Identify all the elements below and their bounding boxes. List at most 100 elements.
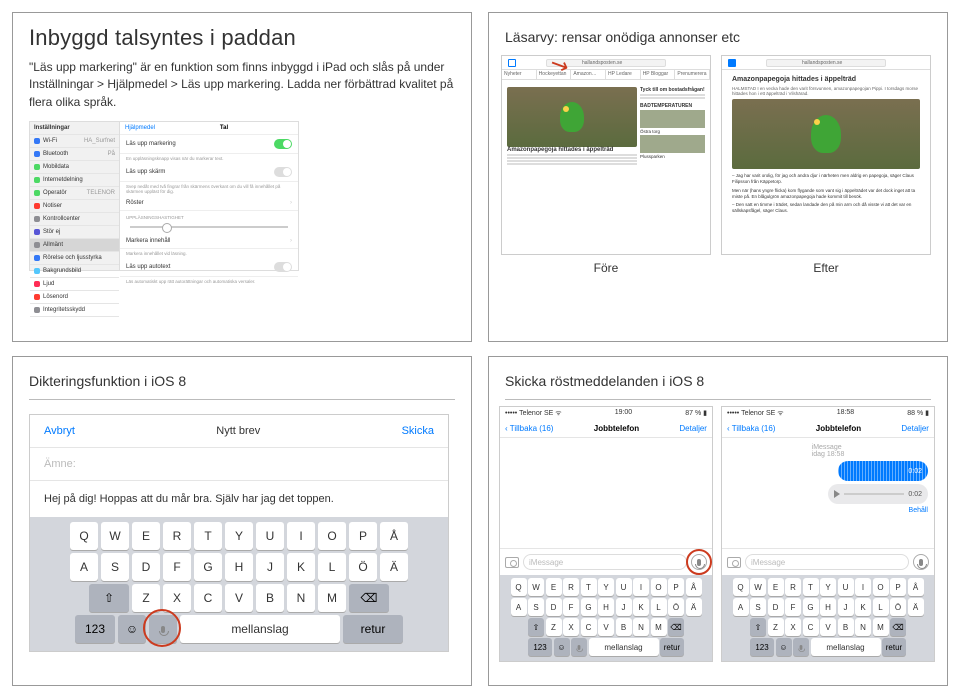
key-m[interactable]: M [651, 618, 667, 636]
key-k[interactable]: K [287, 553, 315, 581]
key-h[interactable]: H [225, 553, 253, 581]
sidebar-rorelse[interactable]: Rörelse och ljusstyrka [30, 252, 119, 265]
key-k[interactable]: K [633, 598, 649, 616]
key-p[interactable]: P [668, 578, 684, 596]
key-f[interactable]: F [785, 598, 801, 616]
key-z[interactable]: Z [546, 618, 562, 636]
space-key[interactable]: mellanslag [589, 638, 659, 656]
sidebar-ljud[interactable]: Ljud [30, 278, 119, 291]
voice-message-sent[interactable]: 0:02 [838, 461, 928, 481]
tab[interactable]: HP Ledare [606, 70, 641, 79]
key-r[interactable]: R [563, 578, 579, 596]
key-a[interactable]: A [70, 553, 98, 581]
sidebar-losen[interactable]: Lösenord [30, 291, 119, 304]
key-p[interactable]: P [890, 578, 906, 596]
key-ö[interactable]: Ö [668, 598, 684, 616]
key-x[interactable]: X [563, 618, 579, 636]
return-key[interactable]: retur [882, 638, 906, 656]
key-v[interactable]: V [598, 618, 614, 636]
mic-button[interactable] [913, 554, 929, 570]
key-e[interactable]: E [546, 578, 562, 596]
key-ä[interactable]: Ä [380, 553, 408, 581]
key-a[interactable]: A [511, 598, 527, 616]
cancel-button[interactable]: Avbryt [44, 425, 75, 437]
shift-key[interactable]: ⇧ [750, 618, 766, 636]
subject-field[interactable]: Ämne: [30, 448, 448, 481]
key-t[interactable]: T [581, 578, 597, 596]
key-y[interactable]: Y [820, 578, 836, 596]
sidebar-bluetooth[interactable]: BluetoothPå [30, 148, 119, 161]
key-y[interactable]: Y [598, 578, 614, 596]
key-n[interactable]: N [287, 584, 315, 612]
key-n[interactable]: N [633, 618, 649, 636]
chat-area[interactable]: iMessageidag 18:58 0:02 0:02 Behåll [722, 438, 934, 548]
key-å[interactable]: Å [686, 578, 702, 596]
sidebar-headline[interactable]: BADTEMPERATUREN [640, 103, 705, 109]
key-j[interactable]: J [838, 598, 854, 616]
sidebar-operator[interactable]: OperatörTELENOR [30, 187, 119, 200]
backspace-key[interactable]: ⌫ [890, 618, 906, 636]
emoji-key[interactable]: ☺ [776, 638, 792, 656]
key-b[interactable]: B [616, 618, 632, 636]
key-m[interactable]: M [873, 618, 889, 636]
row-highlight[interactable]: Markera innehåll› [120, 234, 298, 249]
sidebar-headline[interactable]: Tyck till om bostadsfrågan! [640, 87, 705, 93]
key-q[interactable]: Q [511, 578, 527, 596]
emoji-key[interactable]: ☺ [118, 615, 146, 643]
key-ä[interactable]: Ä [908, 598, 924, 616]
details-button[interactable]: Detaljer [679, 424, 707, 433]
key-e[interactable]: E [132, 522, 160, 550]
voice-message-player[interactable]: 0:02 [828, 484, 928, 504]
key-b[interactable]: B [838, 618, 854, 636]
toggle-off[interactable] [274, 262, 292, 272]
space-key[interactable]: mellanslag [180, 615, 340, 643]
key-p[interactable]: P [349, 522, 377, 550]
headline[interactable]: Amazonpapegoja hittades i äppelträd [507, 147, 637, 153]
key-h[interactable]: H [820, 598, 836, 616]
key-l[interactable]: L [873, 598, 889, 616]
key-r[interactable]: R [785, 578, 801, 596]
row-speak-selection[interactable]: Läs upp markering [120, 135, 298, 154]
tab[interactable]: Amazon… [571, 70, 606, 79]
message-field[interactable]: iMessage [745, 554, 909, 570]
details-button[interactable]: Detaljer [901, 424, 929, 433]
message-field[interactable]: iMessage [523, 554, 687, 570]
key-c[interactable]: C [803, 618, 819, 636]
key-t[interactable]: T [194, 522, 222, 550]
key-u[interactable]: U [256, 522, 284, 550]
key-g[interactable]: G [803, 598, 819, 616]
key-h[interactable]: H [598, 598, 614, 616]
emoji-key[interactable]: ☺ [554, 638, 570, 656]
keep-button[interactable]: Behåll [909, 507, 928, 514]
sidebar-hotspot[interactable]: Internetdelning [30, 174, 119, 187]
tab[interactable]: Prenumerera [675, 70, 710, 79]
space-key[interactable]: mellanslag [811, 638, 881, 656]
key-e[interactable]: E [768, 578, 784, 596]
row-autotext[interactable]: Läs upp autotext [120, 258, 298, 277]
key-s[interactable]: S [528, 598, 544, 616]
play-icon[interactable] [834, 490, 840, 498]
camera-button[interactable] [727, 557, 741, 568]
toggle-on[interactable] [274, 139, 292, 149]
key-w[interactable]: W [750, 578, 766, 596]
key-u[interactable]: U [838, 578, 854, 596]
numbers-key[interactable]: 123 [528, 638, 552, 656]
key-i[interactable]: I [287, 522, 315, 550]
numbers-key[interactable]: 123 [750, 638, 774, 656]
key-r[interactable]: R [163, 522, 191, 550]
key-x[interactable]: X [785, 618, 801, 636]
key-f[interactable]: F [163, 553, 191, 581]
key-g[interactable]: G [581, 598, 597, 616]
key-w[interactable]: W [101, 522, 129, 550]
key-q[interactable]: Q [733, 578, 749, 596]
key-å[interactable]: Å [908, 578, 924, 596]
ad-thumb[interactable] [640, 110, 705, 128]
key-b[interactable]: B [256, 584, 284, 612]
key-ö[interactable]: Ö [349, 553, 377, 581]
key-q[interactable]: Q [70, 522, 98, 550]
key-å[interactable]: Å [380, 522, 408, 550]
key-i[interactable]: I [855, 578, 871, 596]
url-field[interactable]: hallandsposten.se [766, 59, 886, 67]
camera-button[interactable] [505, 557, 519, 568]
backspace-key[interactable]: ⌫ [349, 584, 389, 612]
